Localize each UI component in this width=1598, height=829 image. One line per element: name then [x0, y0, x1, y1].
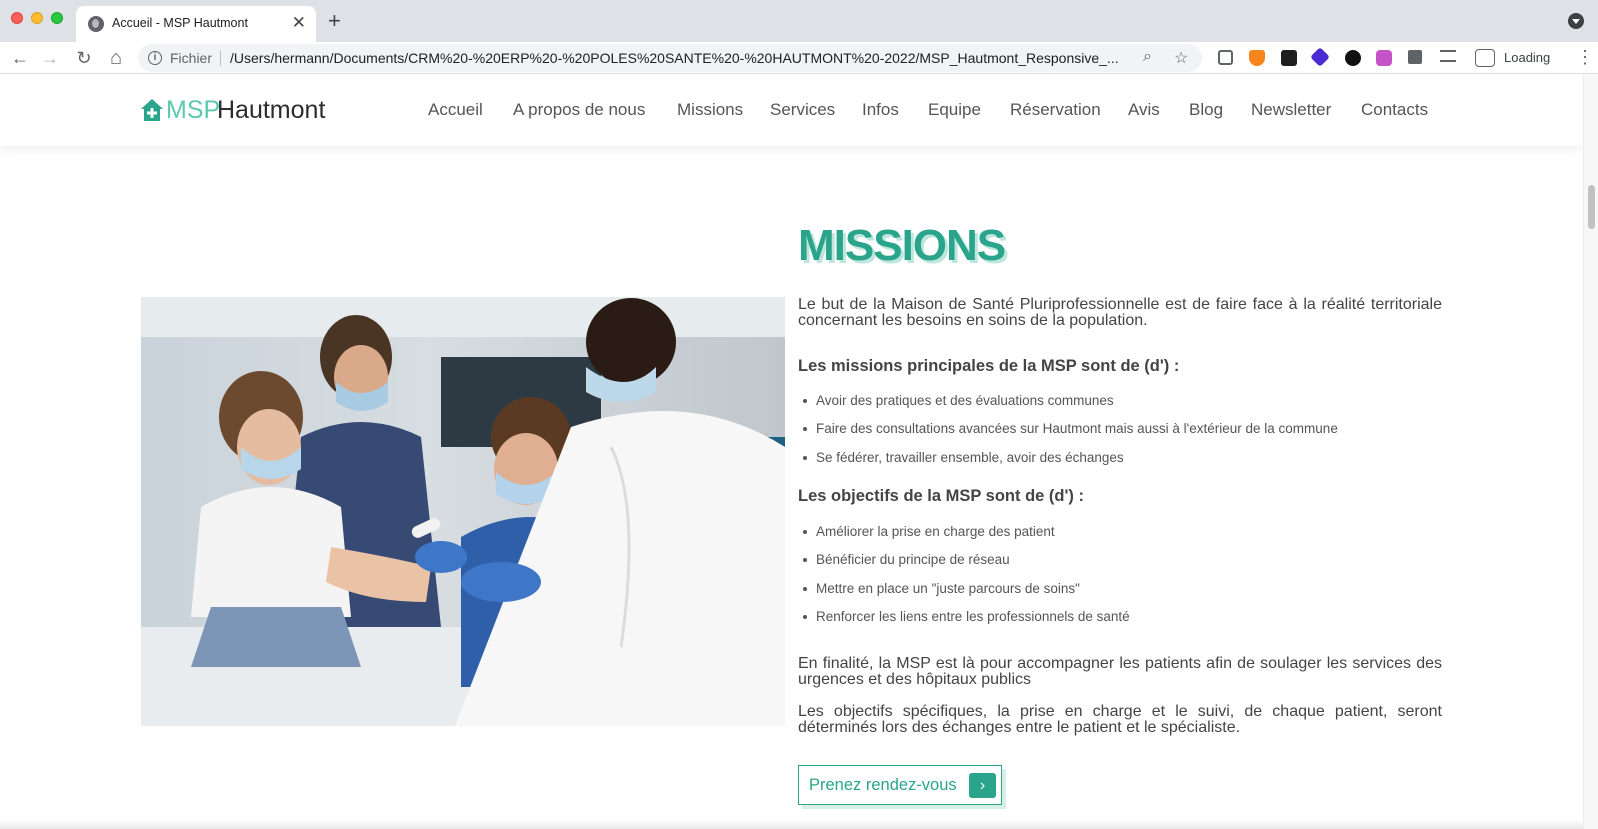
missions-title: MISSIONS [798, 221, 1006, 270]
metamask-fox-icon[interactable] [1249, 50, 1265, 66]
zoom-icon[interactable]: ⌕ [1143, 48, 1152, 66]
binance-icon[interactable] [1281, 50, 1297, 66]
window-minimize-button[interactable] [31, 12, 43, 24]
home-button[interactable]: ⌂ [104, 46, 128, 70]
diamond-icon[interactable] [1310, 47, 1330, 67]
url-text[interactable]: /Users/hermann/Documents/CRM%20-%20ERP%2… [230, 50, 1120, 66]
forward-button[interactable]: → [38, 46, 62, 70]
window-close-button[interactable] [11, 12, 23, 24]
nav-avis[interactable]: Avis [1128, 100, 1160, 120]
s-logo-icon[interactable] [1345, 50, 1361, 66]
hexagon-icon[interactable] [1376, 50, 1392, 66]
page-viewport: MSP Hautmont Accueil A propos de nous Mi… [0, 75, 1583, 829]
nav-services[interactable]: Services [770, 100, 835, 120]
status-loading-text: Loading [1504, 50, 1551, 65]
nav-blog[interactable]: Blog [1189, 100, 1223, 120]
nav-a-propos[interactable]: A propos de nous [513, 100, 645, 120]
nav-newsletter[interactable]: Newsletter [1251, 100, 1331, 120]
tab-search-icon[interactable] [1568, 13, 1584, 29]
list-item: Avoir des pratiques et des évaluations c… [798, 393, 1338, 421]
book-appointment-label: Prenez rendez-vous [809, 776, 957, 794]
scrollbar-thumb[interactable] [1588, 185, 1595, 229]
back-button[interactable]: ← [8, 46, 32, 70]
chevron-right-icon: › [969, 773, 996, 798]
house-cross-icon [141, 99, 163, 121]
browser-toolbar: ← → ↻ ⌂ i Fichier /Users/hermann/Documen… [0, 42, 1598, 74]
tab-title: Accueil - MSP Hautmont [112, 16, 248, 30]
browser-tab-bar: Accueil - MSP Hautmont ✕ + [0, 0, 1598, 42]
objectives-list: Améliorer la prise en charge des patient… [798, 524, 1130, 637]
globe-icon [88, 16, 104, 32]
missions-conclusion: En finalité, la MSP est là pour accompag… [798, 655, 1442, 688]
info-icon[interactable]: i [148, 51, 162, 65]
tab-close-icon[interactable]: ✕ [292, 14, 306, 32]
scheme-label: Fichier [170, 50, 213, 66]
address-bar[interactable]: i Fichier /Users/hermann/Documents/CRM%2… [138, 44, 1202, 72]
missions-photo [141, 297, 785, 726]
menu-kebab-icon[interactable]: ⋮ [1576, 47, 1594, 68]
nav-missions[interactable]: Missions [677, 100, 743, 120]
reload-button[interactable]: ↻ [72, 46, 96, 70]
omnibox-separator [220, 50, 221, 66]
star-icon[interactable]: ☆ [1174, 48, 1188, 68]
profile-icon[interactable] [1475, 49, 1495, 67]
principal-missions-list: Avoir des pratiques et des évaluations c… [798, 393, 1338, 478]
puzzle-icon[interactable] [1408, 50, 1422, 64]
book-appointment-button[interactable]: Prenez rendez-vous › [798, 765, 1002, 805]
list-item: Bénéficier du principe de réseau [798, 552, 1130, 580]
objectives-heading: Les objectifs de la MSP sont de (d') : [798, 487, 1084, 505]
nav-accueil[interactable]: Accueil [428, 100, 483, 120]
window-zoom-button[interactable] [51, 12, 63, 24]
new-tab-button[interactable]: + [328, 9, 341, 33]
list-item: Faire des consultations avancées sur Hau… [798, 421, 1338, 449]
nav-infos[interactable]: Infos [862, 100, 899, 120]
logo-name-text: Hautmont [217, 96, 326, 124]
list-item: Mettre en place un "juste parcours de so… [798, 581, 1130, 609]
missions-specific: Les objectifs spécifiques, la prise en c… [798, 703, 1442, 736]
browser-tab-active[interactable]: Accueil - MSP Hautmont ✕ [76, 6, 316, 42]
nav-equipe[interactable]: Equipe [928, 100, 981, 120]
media-queue-icon[interactable] [1440, 50, 1456, 62]
list-item: Se fédérer, travailler ensemble, avoir d… [798, 450, 1338, 478]
missions-intro: Le but de la Maison de Santé Pluriprofes… [798, 296, 1442, 329]
extension-cube-icon[interactable] [1218, 50, 1233, 65]
page-bottom-shade [0, 819, 1583, 829]
principal-missions-heading: Les missions principales de la MSP sont … [798, 357, 1180, 375]
list-item: Renforcer les liens entre les profession… [798, 609, 1130, 637]
nav-contacts[interactable]: Contacts [1361, 100, 1428, 120]
logo-msp-text: MSP [166, 96, 221, 124]
list-item: Améliorer la prise en charge des patient [798, 524, 1130, 552]
nav-reservation[interactable]: Réservation [1010, 100, 1101, 120]
site-header: MSP Hautmont Accueil A propos de nous Mi… [0, 75, 1583, 146]
page-scrollbar[interactable] [1583, 75, 1598, 829]
